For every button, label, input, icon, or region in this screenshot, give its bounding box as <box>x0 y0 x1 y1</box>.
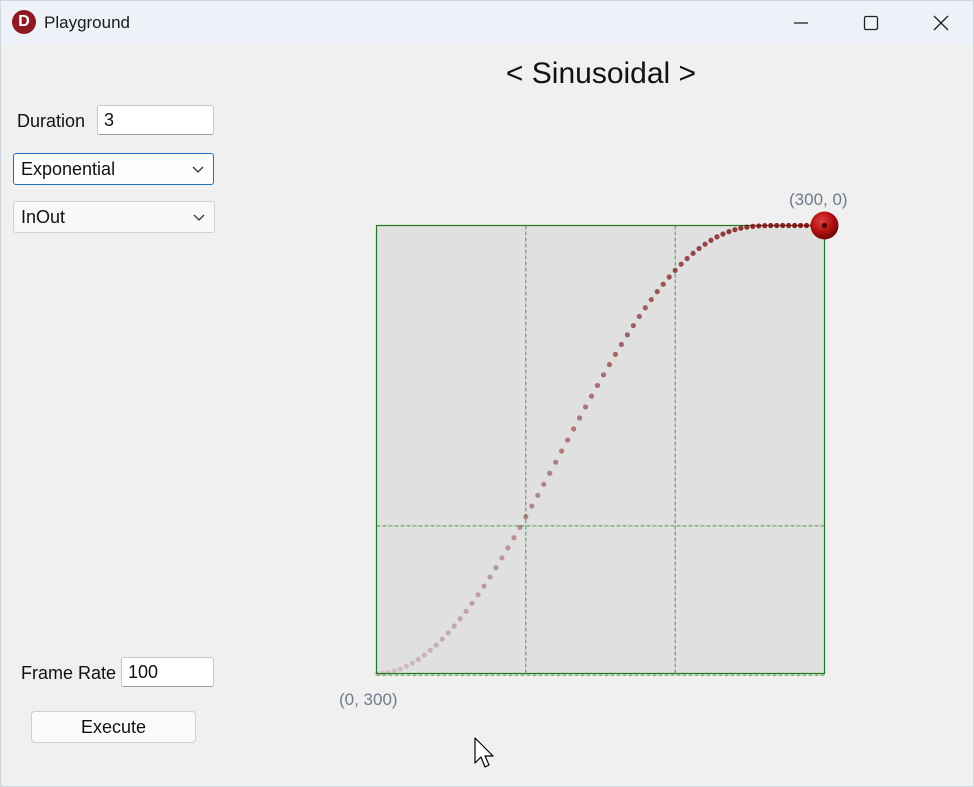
curve-point <box>553 459 559 465</box>
curve-point <box>762 223 768 229</box>
curve-point <box>565 437 571 443</box>
curve-point <box>732 227 738 233</box>
curve-point <box>547 470 553 476</box>
curve-point <box>780 222 786 229</box>
curve-point <box>576 415 583 421</box>
curve-point <box>493 565 499 571</box>
curve-point <box>636 313 642 320</box>
curve-point <box>373 670 380 677</box>
curve-point <box>750 223 756 229</box>
curve-point <box>433 642 439 648</box>
curve-point <box>403 663 409 669</box>
curve-point <box>409 660 415 666</box>
curve-point <box>582 404 589 410</box>
mouse-cursor-icon <box>474 737 494 768</box>
curve-point <box>696 245 702 252</box>
curve-point <box>439 636 445 642</box>
curve-point <box>624 332 630 338</box>
curve-point <box>690 250 696 256</box>
curve-point <box>803 222 810 229</box>
curve-point <box>684 255 690 262</box>
curve-point <box>618 341 625 348</box>
curve-point <box>445 630 451 636</box>
curve-point <box>415 656 421 662</box>
curve-point <box>487 574 493 580</box>
curve-point <box>421 652 427 658</box>
curve-point <box>738 225 744 231</box>
curve-point <box>481 583 487 589</box>
curve-point <box>463 608 469 614</box>
curve-point <box>535 492 541 498</box>
curve-point <box>726 229 732 235</box>
app-window: D Playground Duration 3 Exponential InOu… <box>0 0 974 787</box>
curve-point <box>594 382 601 389</box>
curve-point <box>457 616 463 622</box>
ball-center-point <box>821 222 828 229</box>
curve-point <box>672 267 678 274</box>
curve-point <box>714 234 720 240</box>
curve-point <box>654 289 660 295</box>
curve-point <box>666 274 672 280</box>
curve-point <box>648 296 654 303</box>
curve-point <box>588 393 595 399</box>
curve-point <box>379 670 386 676</box>
curve-point <box>529 503 535 509</box>
curve-point <box>774 222 780 229</box>
curve-point <box>427 647 433 653</box>
curve-point <box>385 669 392 675</box>
curve-point <box>499 555 505 561</box>
curve-point <box>541 481 547 487</box>
curve-point <box>630 322 636 329</box>
curve-point <box>511 535 517 541</box>
curve-point <box>768 222 774 229</box>
curve-point <box>475 592 481 598</box>
curve-point <box>660 281 666 287</box>
curve-point <box>678 261 684 267</box>
curve-point <box>612 351 619 357</box>
curve-point <box>792 222 798 229</box>
easing-plot <box>373 211 839 677</box>
curve-point <box>600 372 607 378</box>
curve-point <box>708 237 714 243</box>
curve-point <box>559 448 565 454</box>
end-point-label: (300, 0) <box>789 190 848 209</box>
curve-point <box>798 222 804 229</box>
plot-area <box>375 224 826 675</box>
curve-point <box>720 231 726 237</box>
curve-point <box>756 223 762 229</box>
curve-point <box>642 305 648 311</box>
animated-ball <box>810 211 839 240</box>
curve-point <box>744 224 750 230</box>
curve-point <box>451 623 457 629</box>
curve-point <box>505 545 511 551</box>
curve-point <box>391 668 398 674</box>
curve-point <box>571 426 577 432</box>
curve-point <box>702 241 708 247</box>
curve-point <box>523 514 529 520</box>
curve-point <box>397 666 403 672</box>
curve-point <box>469 600 475 606</box>
curve-point <box>606 361 613 368</box>
curve-point <box>786 222 792 229</box>
start-point-label: (0, 300) <box>339 690 398 709</box>
curve-point <box>517 524 523 531</box>
